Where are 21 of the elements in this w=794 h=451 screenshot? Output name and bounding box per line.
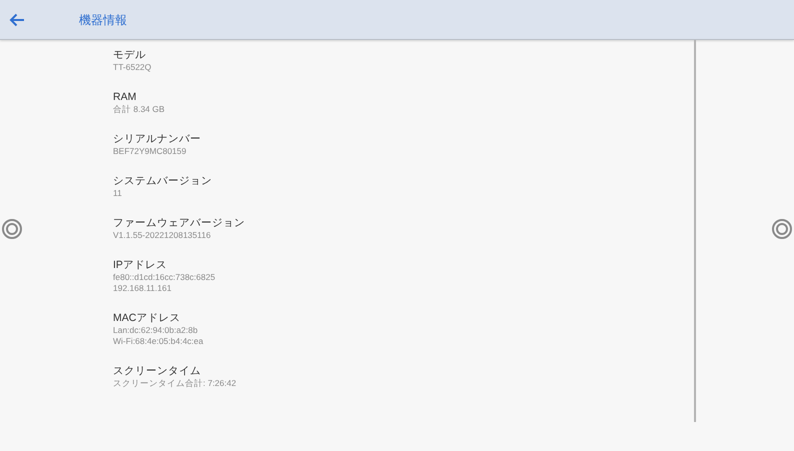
- info-title: システムバージョン: [113, 174, 213, 188]
- info-value: BEF72Y9MC80159: [113, 146, 188, 157]
- info-value: 合計 8.34 GB: [113, 104, 166, 115]
- info-title: スクリーンタイム: [113, 364, 202, 378]
- info-value: Lan:dc:62:94:0b:a2:8b: [113, 325, 199, 336]
- info-value: TT-6522Q: [113, 62, 152, 73]
- info-value: スクリーンタイム合計: 7:26:42: [113, 378, 238, 389]
- page-title: 機器情報: [79, 12, 127, 28]
- info-value: 192.168.11.161: [113, 283, 172, 294]
- info-value: Wi-Fi:68:4e:05:b4:4c:ea: [113, 336, 204, 347]
- ring-handle-icon[interactable]: [2, 219, 22, 239]
- ring-handle-icon[interactable]: [772, 219, 792, 239]
- info-value: fe80::d1cd:16cc:738c:6825: [113, 272, 216, 283]
- info-title: IPアドレス: [113, 258, 168, 272]
- info-title: MACアドレス: [113, 311, 182, 325]
- info-title: RAM: [113, 90, 138, 104]
- info-title: シリアルナンバー: [113, 132, 202, 146]
- info-title: モデル: [113, 48, 147, 62]
- info-value: V1.1.55-20221208135116: [113, 230, 212, 241]
- info-title: ファームウェアバージョン: [113, 216, 246, 230]
- info-value: 11: [113, 188, 123, 199]
